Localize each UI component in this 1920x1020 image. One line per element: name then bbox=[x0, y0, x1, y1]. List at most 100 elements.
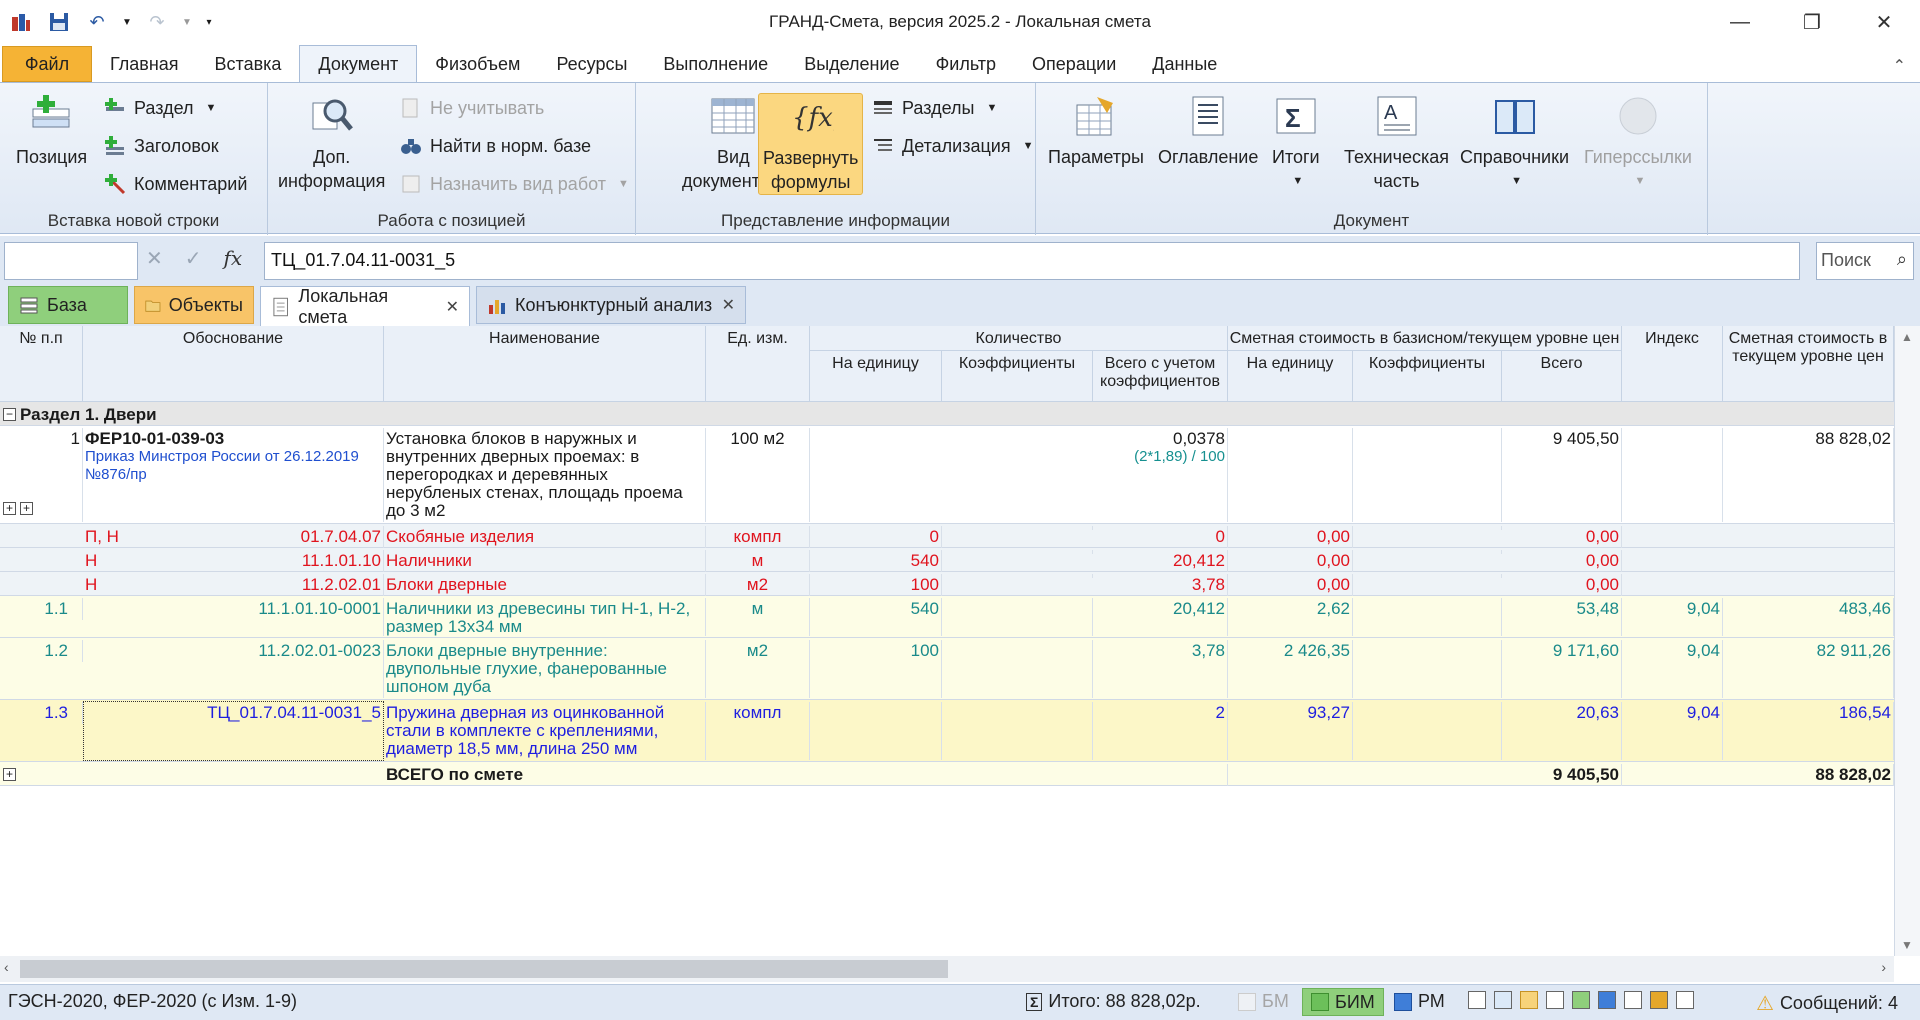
cancel-icon[interactable]: ✕ bbox=[146, 246, 163, 271]
calc-icon[interactable] bbox=[1676, 991, 1694, 1009]
close-tab-icon[interactable]: ✕ bbox=[722, 295, 735, 315]
col-name-header[interactable]: Наименование bbox=[384, 326, 706, 402]
close-button[interactable]: ✕ bbox=[1848, 0, 1920, 44]
hyperlinks-button[interactable]: Гиперссылки ▼ bbox=[1584, 93, 1692, 193]
insert-section-button[interactable]: Раздел ▼ bbox=[104, 93, 216, 123]
expand-icon[interactable]: + bbox=[3, 502, 16, 515]
tab-data[interactable]: Данные bbox=[1134, 46, 1235, 82]
sections-button[interactable]: Разделы ▼ bbox=[872, 93, 997, 123]
res-qty-unit: 0 bbox=[810, 526, 942, 548]
close-tab-icon[interactable]: ✕ bbox=[446, 297, 459, 317]
tab-insert[interactable]: Вставка bbox=[197, 46, 300, 82]
scroll-up-icon[interactable]: ▲ bbox=[1901, 330, 1913, 344]
status-bim-toggle[interactable]: БИМ bbox=[1302, 988, 1384, 1016]
col-num-header[interactable]: № п.п bbox=[0, 326, 83, 402]
tab-document[interactable]: Документ bbox=[299, 45, 418, 82]
col-qty-unit-header[interactable]: На единицу bbox=[810, 351, 942, 402]
tab-resources[interactable]: Ресурсы bbox=[538, 46, 645, 82]
tab-local-estimate[interactable]: Локальная смета ✕ bbox=[260, 286, 470, 327]
highlight-icon[interactable] bbox=[1520, 991, 1538, 1009]
tsn-icon[interactable] bbox=[1546, 991, 1564, 1009]
formula-input[interactable]: ТЦ_01.7.04.11-0031_5 bbox=[264, 242, 1800, 280]
col-cost-coef-header[interactable]: Коэффициенты bbox=[1353, 351, 1502, 402]
res-code: 01.7.04.07 bbox=[83, 526, 384, 548]
scroll-down-icon[interactable]: ▼ bbox=[1901, 938, 1913, 952]
expand-formulas-button[interactable]: {fx} Развернуть формулы bbox=[758, 93, 864, 195]
horizontal-scroll-thumb[interactable] bbox=[20, 960, 948, 978]
col-cost-total-header[interactable]: Всего bbox=[1502, 351, 1622, 402]
tech-part-button[interactable]: A Техническая часть bbox=[1344, 93, 1449, 193]
tab-selection[interactable]: Выделение bbox=[786, 46, 917, 82]
tab-base[interactable]: База bbox=[8, 286, 128, 324]
order-link[interactable]: Приказ Минстроя России от 26.12.2019 №87… bbox=[85, 448, 381, 484]
detail-button[interactable]: Детализация ▼ bbox=[872, 131, 1033, 161]
svg-text:A: A bbox=[1384, 102, 1398, 124]
col-current-header[interactable]: Сметная стоимость в текущем уровне цен bbox=[1723, 326, 1894, 402]
assign-work-button[interactable]: Назначить вид работ ▼ bbox=[400, 169, 629, 199]
extra-info-button[interactable]: Доп. информация bbox=[278, 93, 385, 193]
col-unit-header[interactable]: Ед. изм. bbox=[706, 326, 810, 402]
col-qty-group-header[interactable]: Количество bbox=[810, 326, 1228, 351]
collapse-section-icon[interactable]: − bbox=[3, 408, 16, 421]
tab-physvolume[interactable]: Физобъем bbox=[417, 46, 538, 82]
undo-icon[interactable]: ↶ bbox=[84, 9, 110, 35]
tab-filter[interactable]: Фильтр bbox=[918, 46, 1014, 82]
references-button[interactable]: Справочники ▼ bbox=[1460, 93, 1569, 193]
status-rm-toggle[interactable]: РМ bbox=[1394, 991, 1445, 1012]
col-qty-coef-header[interactable]: Коэффициенты bbox=[942, 351, 1093, 402]
status-total[interactable]: Σ Итого: 88 828,02р. bbox=[1026, 991, 1201, 1012]
search-icon[interactable]: ⌕ bbox=[1897, 249, 1907, 270]
vertical-scrollbar[interactable]: ▲ ▼ bbox=[1894, 326, 1920, 956]
fx-icon[interactable]: fx bbox=[224, 246, 243, 271]
toc-button[interactable]: Оглавление bbox=[1158, 93, 1258, 169]
status-messages[interactable]: ⚠ Сообщений: 4 bbox=[1756, 991, 1898, 1016]
collapse-ribbon-icon[interactable]: ⌃ bbox=[1893, 56, 1906, 76]
tab-operations[interactable]: Операции bbox=[1014, 46, 1134, 82]
customize-qat-icon[interactable]: ▾ bbox=[204, 9, 214, 35]
export-icon[interactable] bbox=[1572, 991, 1590, 1009]
parameters-button[interactable]: Параметры bbox=[1048, 93, 1144, 169]
tab-objects[interactable]: Объекты bbox=[134, 286, 254, 324]
totals-button[interactable]: Σ Итоги ▼ bbox=[1272, 93, 1320, 193]
save-icon[interactable] bbox=[46, 9, 72, 35]
tab-execution[interactable]: Выполнение bbox=[645, 46, 786, 82]
search-input[interactable]: Поиск ⌕ bbox=[1816, 242, 1914, 280]
col-qty-total-header[interactable]: Всего с учетом коэффициентов bbox=[1093, 351, 1228, 402]
sub-index: 9,04 bbox=[1622, 702, 1723, 760]
redo-dropdown-icon[interactable]: ▼ bbox=[182, 9, 192, 35]
status-normbase[interactable]: ГЭСН-2020, ФЕР-2020 (с Изм. 1-9) bbox=[8, 991, 297, 1012]
horizontal-scrollbar[interactable]: ‹ › bbox=[0, 956, 1894, 982]
quick-access-toolbar: ↶ ▼ ↷ ▼ ▾ bbox=[0, 9, 214, 35]
copy-icon[interactable] bbox=[1494, 991, 1512, 1009]
expand-totals-icon[interactable]: + bbox=[3, 768, 16, 781]
grid-icon[interactable] bbox=[1624, 991, 1642, 1009]
sub-code-focused[interactable]: ТЦ_01.7.04.11-0031_5 bbox=[83, 701, 384, 761]
find-norm-button[interactable]: Найти в норм. базе bbox=[400, 131, 591, 161]
tab-home[interactable]: Главная bbox=[92, 46, 197, 82]
status-bm-toggle[interactable]: БМ bbox=[1238, 991, 1289, 1012]
doc-icon[interactable] bbox=[1468, 991, 1486, 1009]
name-box[interactable] bbox=[4, 242, 138, 280]
confirm-icon[interactable]: ✓ bbox=[185, 246, 202, 271]
col-cost-unit-header[interactable]: На единицу bbox=[1228, 351, 1353, 402]
coins-icon[interactable] bbox=[1650, 991, 1668, 1009]
undo-dropdown-icon[interactable]: ▼ bbox=[122, 9, 132, 35]
redo-icon[interactable]: ↷ bbox=[144, 9, 170, 35]
insert-comment-button[interactable]: Комментарий bbox=[104, 169, 247, 199]
scroll-right-icon[interactable]: › bbox=[1881, 959, 1886, 975]
minimize-button[interactable]: — bbox=[1704, 0, 1776, 44]
col-index-header[interactable]: Индекс bbox=[1622, 326, 1723, 402]
insert-header-button[interactable]: Заголовок bbox=[104, 131, 219, 161]
sub-code: 11.1.01.10-0001 bbox=[83, 598, 384, 636]
tab-market-analysis[interactable]: Конъюнктурный анализ ✕ bbox=[476, 286, 746, 324]
scroll-left-icon[interactable]: ‹ bbox=[4, 959, 9, 975]
col-cost-group-header[interactable]: Сметная стоимость в базисном/текущем уро… bbox=[1228, 326, 1622, 351]
report-icon[interactable] bbox=[1598, 991, 1616, 1009]
insert-position-button[interactable]: Позиция bbox=[16, 93, 87, 169]
maximize-button[interactable]: ❐ bbox=[1776, 0, 1848, 44]
app-icon[interactable] bbox=[8, 9, 34, 35]
col-basis-header[interactable]: Обоснование bbox=[83, 326, 384, 402]
ignore-button[interactable]: Не учитывать bbox=[400, 93, 544, 123]
tab-file[interactable]: Файл bbox=[2, 46, 92, 82]
expand-icon[interactable]: + bbox=[20, 502, 33, 515]
